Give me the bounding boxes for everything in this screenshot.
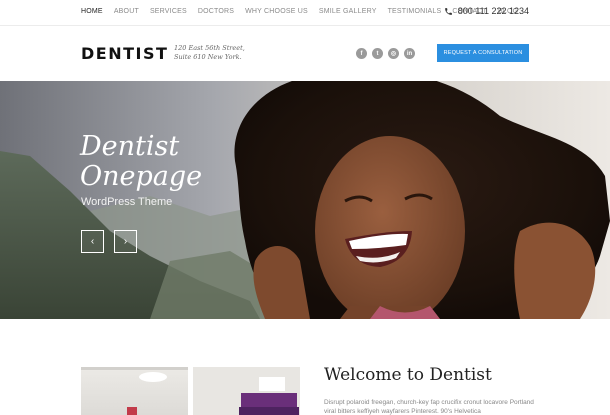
site-logo[interactable]: DENTIST xyxy=(81,44,168,63)
slider-prev-button[interactable]: ‹ xyxy=(81,230,104,253)
top-bar: HOME ABOUT SERVICES DOCTORS WHY CHOOSE U… xyxy=(0,0,610,26)
twitter-icon[interactable]: t xyxy=(372,48,383,59)
office-image-1 xyxy=(81,367,188,415)
hero-subtitle: WordPress Theme xyxy=(81,196,173,208)
phone-icon xyxy=(444,7,452,15)
welcome-text: Disrupt polaroid freegan, church-key fap… xyxy=(324,399,534,415)
office-photo-2 xyxy=(193,367,300,415)
request-consultation-button[interactable]: REQUEST A CONSULTATION xyxy=(437,44,529,62)
phone-number: 800 111 222 1234 xyxy=(457,6,529,16)
welcome-title: Welcome to Dentist xyxy=(324,365,492,385)
site-header: DENTIST 120 East 56th Street, Suite 610 … xyxy=(0,27,610,81)
office-photo-1 xyxy=(81,367,188,415)
chevron-left-icon: ‹ xyxy=(90,236,95,247)
nav-home[interactable]: HOME xyxy=(81,8,103,15)
address-line-1: 120 East 56th Street, xyxy=(174,44,245,52)
hero-banner: Dentist Onepage WordPress Theme ‹ › xyxy=(0,81,610,319)
hero-title-line-1: Dentist xyxy=(80,131,180,162)
office-image-2 xyxy=(193,367,300,415)
dribbble-icon[interactable]: ◎ xyxy=(388,48,399,59)
facebook-icon[interactable]: f xyxy=(356,48,367,59)
address-line-2: Suite 610 New York. xyxy=(174,53,242,61)
hero-title: Dentist Onepage xyxy=(80,132,202,192)
nav-smile-gallery[interactable]: SMILE GALLERY xyxy=(319,8,377,15)
nav-testimonials[interactable]: TESTIMONIALS xyxy=(388,8,442,15)
address: 120 East 56th Street, Suite 610 New York… xyxy=(174,44,245,62)
hero-title-line-2: Onepage xyxy=(80,161,203,192)
nav-doctors[interactable]: DOCTORS xyxy=(198,8,234,15)
nav-why-choose-us[interactable]: WHY CHOOSE US xyxy=(245,8,308,15)
social-links: f t ◎ in xyxy=(356,48,415,59)
chevron-right-icon: › xyxy=(123,236,128,247)
linkedin-icon[interactable]: in xyxy=(404,48,415,59)
welcome-section: Welcome to Dentist Disrupt polaroid free… xyxy=(0,319,610,415)
nav-services[interactable]: SERVICES xyxy=(150,8,187,15)
nav-about[interactable]: ABOUT xyxy=(114,8,139,15)
slider-next-button[interactable]: › xyxy=(114,230,137,253)
phone-contact[interactable]: 800 111 222 1234 xyxy=(444,6,529,16)
